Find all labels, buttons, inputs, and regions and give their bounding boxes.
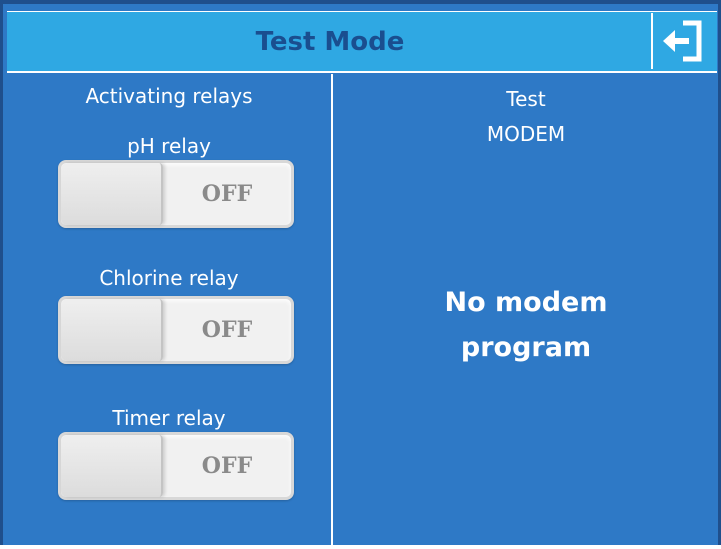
modem-panel: Test MODEM No modem program — [334, 74, 718, 549]
ph-relay-toggle[interactable]: OFF — [58, 160, 294, 228]
timer-relay-state: OFF — [201, 453, 253, 479]
chlorine-relay-toggle[interactable]: OFF — [58, 296, 294, 364]
toggle-knob — [61, 163, 163, 225]
chlorine-relay-label: Chlorine relay — [99, 266, 239, 290]
app-window: Test Mode Activating relays pH relay OFF… — [0, 0, 721, 549]
exit-button[interactable] — [651, 13, 711, 69]
exit-arrow-icon — [663, 20, 702, 62]
toggle-knob — [61, 435, 163, 497]
modem-label: MODEM — [486, 122, 566, 146]
test-label: Test — [506, 87, 546, 111]
header-bar: Test Mode — [7, 11, 717, 73]
toggle-knob — [61, 299, 163, 361]
ph-relay-label: pH relay — [127, 134, 211, 158]
relays-panel: Activating relays pH relay OFF Chlorine … — [7, 74, 333, 549]
chlorine-relay-state: OFF — [201, 317, 253, 343]
page-title: Test Mode — [255, 26, 405, 57]
modem-message-line1: No modem — [444, 287, 608, 318]
relays-section-title: Activating relays — [85, 84, 253, 108]
ph-relay-state: OFF — [201, 181, 253, 207]
timer-relay-toggle[interactable]: OFF — [58, 432, 294, 500]
modem-message-line2: program — [460, 332, 592, 363]
timer-relay-label: Timer relay — [112, 406, 226, 430]
